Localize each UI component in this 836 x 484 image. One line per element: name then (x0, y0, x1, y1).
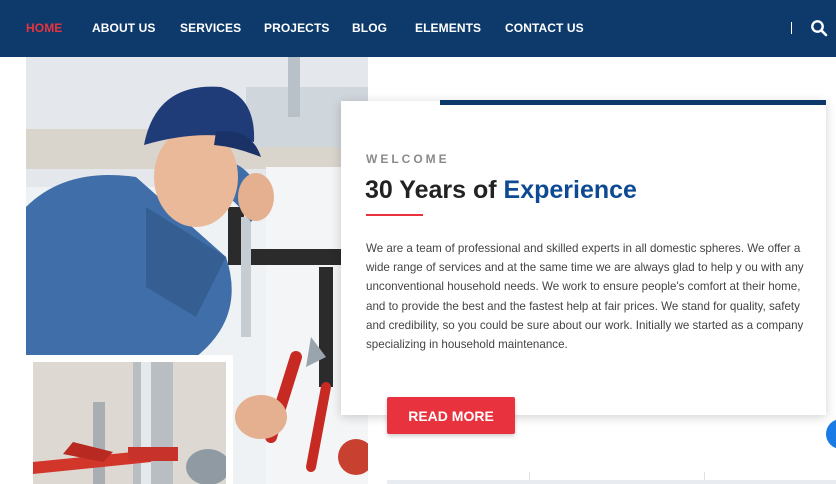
nav-item-projects[interactable]: PROJECTS (264, 21, 329, 35)
card-accent-bar (440, 100, 826, 105)
read-more-button[interactable]: READ MORE (387, 397, 515, 434)
section-heading: 30 Years of Experience (365, 176, 637, 205)
nav-item-services[interactable]: SERVICES (180, 21, 241, 35)
nav-item-blog[interactable]: BLOG (352, 21, 387, 35)
heading-accent: Experience (503, 176, 637, 204)
top-navbar: HOME ABOUT US SERVICES PROJECTS BLOG ELE… (0, 0, 836, 57)
nav-item-contact-us[interactable]: CONTACT US (505, 21, 584, 35)
heading-underline (366, 214, 423, 216)
floating-chat-button[interactable] (826, 419, 836, 449)
bottom-strip (387, 480, 836, 484)
about-body-text: We are a team of professional and skille… (366, 242, 804, 352)
section-eyebrow: WELCOME (366, 152, 450, 166)
pipe-wrench-photo (33, 362, 226, 484)
nav-item-elements[interactable]: ELEMENTS (415, 21, 481, 35)
heading-prefix: 30 Years of (365, 176, 497, 204)
bottom-divider (704, 472, 705, 480)
nav-item-home[interactable]: HOME (26, 21, 62, 35)
search-icon[interactable] (810, 19, 828, 37)
nav-item-about-us[interactable]: ABOUT US (92, 21, 155, 35)
bottom-divider (529, 472, 530, 480)
nav-divider (791, 22, 792, 34)
